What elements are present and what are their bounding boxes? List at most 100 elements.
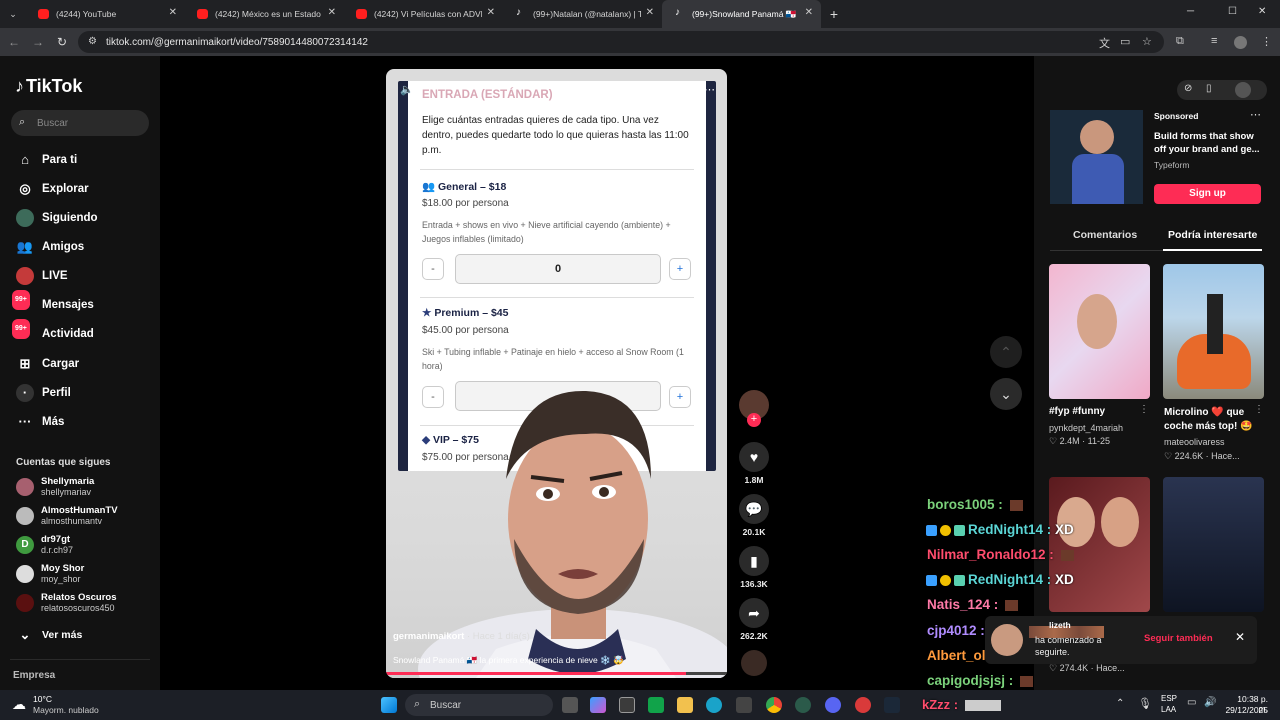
video-player[interactable]: ENTRADA (ESTÁNDAR) Elige cuántas entrada…: [386, 69, 727, 678]
related-video-thumbnail[interactable]: [1049, 264, 1150, 399]
share-button[interactable]: ➦ 262.2K: [738, 598, 770, 641]
browser-tab-5[interactable]: ♪ (99+)Snowland Panamá 🇵🇦 ✕: [662, 0, 821, 28]
video-author[interactable]: germanimaikort · Hace 1 día(s): [393, 631, 530, 642]
follow-plus-icon[interactable]: +: [747, 413, 761, 427]
close-icon[interactable]: ✕: [487, 7, 495, 18]
chrome-icon[interactable]: [766, 697, 782, 713]
save-button[interactable]: ▮ 136.3K: [738, 546, 770, 589]
video-progress-bar[interactable]: [386, 672, 727, 675]
following-account[interactable]: Ddr97gt d.r.ch97: [16, 534, 73, 556]
profile-avatar-icon[interactable]: [1234, 36, 1247, 49]
related-caption[interactable]: #fyp #funny: [1049, 406, 1105, 417]
video-menu-icon[interactable]: ⋯: [704, 83, 715, 96]
nav-perfil[interactable]: · Perfil: [16, 384, 71, 402]
nav-mas[interactable]: ··· Más: [16, 413, 65, 431]
nav-siguiendo[interactable]: Siguiendo: [16, 209, 98, 227]
network-icon[interactable]: ▭: [1187, 697, 1196, 708]
discord-icon[interactable]: [825, 697, 841, 713]
close-icon[interactable]: ✕: [805, 7, 813, 18]
bookmark-star-icon[interactable]: ☆: [1142, 35, 1152, 48]
tab-menu-icon[interactable]: ≡: [1211, 35, 1217, 47]
translate-icon[interactable]: 文: [1099, 35, 1110, 51]
search-input[interactable]: ⌕ Buscar: [11, 110, 149, 136]
reload-icon[interactable]: ↻: [50, 35, 74, 49]
tiktok-logo[interactable]: ♪ TikTok: [15, 76, 82, 97]
close-icon[interactable]: ✕: [646, 7, 654, 18]
related-user[interactable]: pynkdept_4mariah: [1049, 423, 1123, 433]
store-icon[interactable]: [619, 697, 635, 713]
browser-tab-3[interactable]: (4242) Vi Películas con ADVERTI ✕: [344, 0, 503, 28]
kebab-icon[interactable]: ⋮: [1254, 404, 1264, 415]
tab-related[interactable]: Podría interesarte: [1168, 229, 1257, 241]
related-video-thumbnail[interactable]: [1049, 477, 1150, 612]
nav-cargar[interactable]: ⊞ Cargar: [16, 355, 80, 373]
volume-icon[interactable]: 🔈: [400, 83, 414, 96]
language-code[interactable]: ESP: [1161, 694, 1177, 703]
related-caption[interactable]: Microlino ❤️ que coche más top! 🤩: [1164, 406, 1256, 434]
music-disc-button[interactable]: [738, 650, 770, 676]
app-icon[interactable]: [736, 697, 752, 713]
menu-kebab-icon[interactable]: ⋮: [1261, 35, 1272, 48]
copilot-icon[interactable]: [590, 697, 606, 713]
tab-comments[interactable]: Comentarios: [1073, 229, 1137, 241]
microphone-icon[interactable]: 🎙: [1138, 697, 1152, 710]
nav-mensajes[interactable]: ✈99+ Mensajes: [12, 290, 94, 314]
extensions-icon[interactable]: ⧉: [1176, 35, 1184, 48]
new-tab-button[interactable]: +: [821, 6, 847, 22]
browser-tab-4[interactable]: ♪ (99+)Natalan (@natalanx) | TikT ✕: [503, 0, 662, 28]
related-user[interactable]: mateoolivaress: [1164, 437, 1225, 447]
clock-date[interactable]: 29/12/2025: [1220, 705, 1268, 715]
kebab-icon[interactable]: ⋮: [1139, 404, 1149, 415]
following-account[interactable]: Shellymaria shellymariav: [16, 476, 94, 498]
taskbar-search[interactable]: ⌕ Buscar: [405, 694, 553, 716]
following-account[interactable]: Relatos Oscuros relatososcuros450: [16, 592, 117, 614]
edge-icon[interactable]: [706, 697, 722, 713]
signup-button[interactable]: Sign up: [1154, 184, 1261, 204]
volume-icon[interactable]: 🔊: [1204, 697, 1216, 708]
related-video-thumbnail[interactable]: [1163, 477, 1264, 612]
chevron-up-icon[interactable]: ⌃: [1116, 698, 1124, 709]
author-avatar-button[interactable]: +: [738, 390, 770, 427]
minimize-icon[interactable]: ─: [1187, 6, 1194, 17]
nav-live[interactable]: LIVE: [16, 267, 68, 285]
nav-actividad[interactable]: ♡99+ Actividad: [12, 319, 94, 343]
browser-tab-1[interactable]: (4244) YouTube ✕: [26, 0, 185, 28]
address-bar[interactable]: ⚙ tiktok.com/@germanimaikort/video/75890…: [78, 31, 1164, 53]
previous-video-button[interactable]: ⌃: [990, 336, 1022, 368]
like-button[interactable]: ♥ 1.8M: [738, 442, 770, 485]
sponsored-image[interactable]: [1050, 110, 1143, 204]
avatar[interactable]: [1235, 82, 1251, 98]
related-video-thumbnail[interactable]: [1163, 264, 1264, 399]
steam-icon[interactable]: [884, 697, 900, 713]
following-account[interactable]: AlmostHumanTV almosthumantv: [16, 505, 118, 527]
cast-icon[interactable]: ▭: [1120, 35, 1130, 48]
site-info-icon[interactable]: ⚙: [88, 36, 97, 47]
browser-tab-2[interactable]: (4242) México es un Estado Fallid ✕: [185, 0, 344, 28]
windows-start-icon[interactable]: [381, 697, 397, 713]
task-view-icon[interactable]: [562, 697, 578, 713]
close-icon[interactable]: ✕: [328, 7, 336, 18]
comment-button[interactable]: 💬 20.1K: [738, 494, 770, 537]
tab-search-button[interactable]: ⌄: [0, 9, 26, 20]
maximize-icon[interactable]: ☐: [1228, 6, 1237, 17]
nav-para-ti[interactable]: ⌂ Para ti: [16, 151, 77, 169]
close-icon[interactable]: ✕: [1235, 630, 1245, 644]
back-icon[interactable]: ←: [2, 35, 26, 49]
folder-icon[interactable]: [677, 697, 693, 713]
next-video-button[interactable]: ⌄: [990, 378, 1022, 410]
ad-menu-icon[interactable]: ⋯: [1250, 108, 1261, 121]
app-green-icon[interactable]: [648, 697, 664, 713]
close-icon[interactable]: ✕: [169, 7, 177, 18]
app-icon[interactable]: [855, 697, 871, 713]
keyboard-layout[interactable]: LAA: [1161, 705, 1176, 714]
device-icon[interactable]: ▯: [1206, 83, 1212, 94]
footer-link-empresa[interactable]: Empresa: [13, 670, 55, 681]
see-more-button[interactable]: ⌄ Ver más: [16, 626, 83, 644]
nav-amigos[interactable]: 👥 Amigos: [16, 238, 84, 256]
app-icon[interactable]: [795, 697, 811, 713]
nav-explorar[interactable]: ◎ Explorar: [16, 180, 88, 198]
window-close-icon[interactable]: ✕: [1258, 6, 1266, 17]
following-account[interactable]: Moy Shor moy_shor: [16, 563, 84, 585]
forward-icon[interactable]: →: [26, 35, 50, 49]
follow-back-button[interactable]: Seguir también: [1144, 633, 1213, 644]
